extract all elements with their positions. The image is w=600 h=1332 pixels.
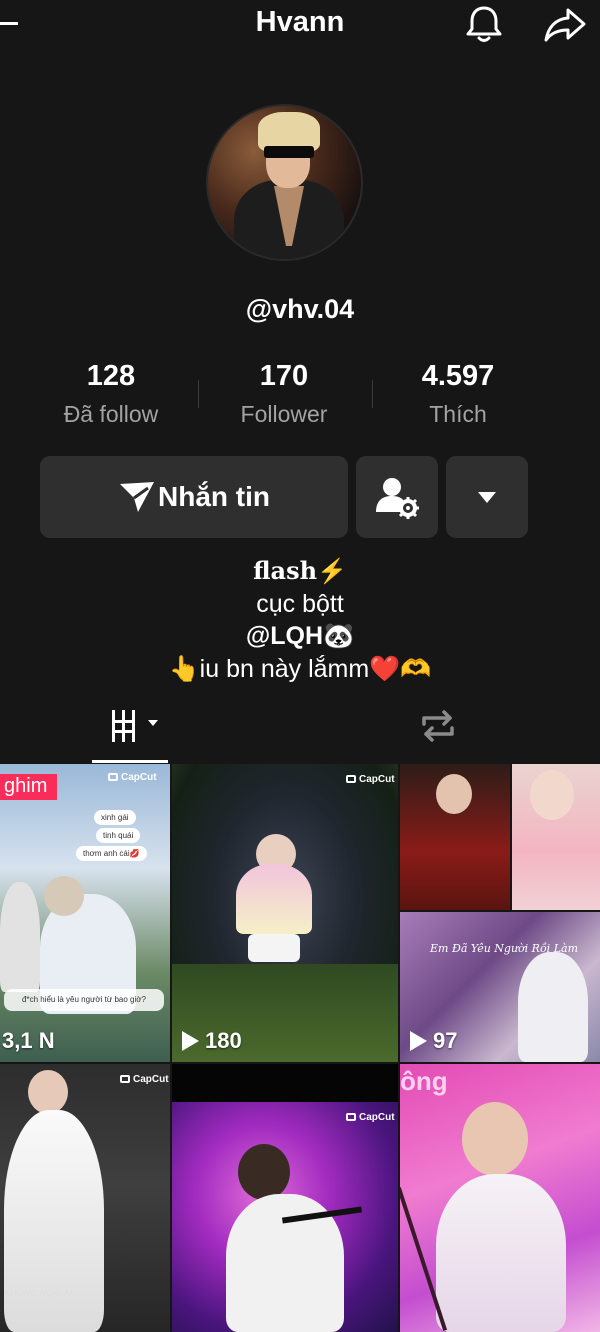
video-figure-head	[530, 770, 574, 820]
video-thumbnail[interactable]: CapCut	[172, 1064, 398, 1332]
bio-line: flash⚡	[253, 556, 347, 585]
video-figure-head	[238, 1144, 290, 1200]
bio-line: cục bộtt	[256, 590, 344, 618]
chat-bubble: xinh gái	[94, 810, 136, 825]
video-thumbnail[interactable]: CapCut KHÔNG NGẠI AI	[0, 1064, 170, 1332]
stat-likes[interactable]: 4.597 Thích	[371, 360, 545, 428]
avatar[interactable]	[206, 104, 363, 261]
video-thumbnail[interactable]: ông	[400, 1064, 600, 1332]
video-figure	[436, 1174, 566, 1332]
video-grid: ghim CapCut xinh gái tinh quái thơm anh …	[0, 764, 600, 1332]
message-button-label: Nhắn tin	[158, 481, 270, 512]
video-figure-head	[436, 774, 472, 814]
repost-icon	[422, 710, 454, 742]
view-count-value: 180	[205, 1028, 242, 1053]
video-thumbnail[interactable]: CapCut 180	[172, 764, 398, 1062]
video-figure	[4, 1110, 104, 1332]
stat-followers[interactable]: 170 Follower	[197, 360, 371, 428]
bio-mention-link[interactable]: @LQH🐼	[0, 622, 600, 651]
chat-bubble: tinh quái	[96, 828, 141, 843]
stat-following-value: 128	[86, 360, 136, 392]
capcut-watermark: CapCut	[120, 1074, 169, 1085]
active-tab-indicator	[92, 760, 168, 763]
chat-bubble: thơm anh cái💋	[76, 846, 147, 861]
bell-icon[interactable]	[462, 2, 506, 46]
play-icon	[410, 1031, 427, 1051]
stat-likes-value: 4.597	[421, 360, 495, 392]
video-collage-panel[interactable]	[400, 764, 510, 910]
chevron-down-icon	[478, 492, 496, 503]
add-friend-button[interactable]	[356, 456, 438, 538]
page-title: Hvann	[255, 6, 345, 38]
video-thumbnail[interactable]: ghim CapCut xinh gái tinh quái thơm anh …	[0, 764, 170, 1062]
share-icon[interactable]	[542, 2, 588, 46]
video-collage-panel[interactable]	[512, 764, 600, 910]
view-count: 3,1 N	[2, 1028, 55, 1054]
video-thumbnail[interactable]: Em Đã Yêu Người Rồi Làm 97	[400, 912, 600, 1062]
video-figure	[518, 952, 588, 1062]
capcut-watermark: CapCut	[108, 772, 157, 783]
view-count-value: 3,1 N	[2, 1028, 55, 1053]
stat-following[interactable]: 128 Đã follow	[24, 360, 198, 428]
stat-following-label: Đã follow	[63, 401, 159, 427]
avatar-sunglasses	[264, 146, 314, 158]
video-figure-shorts	[248, 934, 300, 962]
person-settings-icon	[376, 478, 419, 519]
profile-page: Hvann @vhv.04 128 Đã follow 170 Follower…	[0, 0, 600, 1332]
video-caption: đ*ch hiểu là yêu người từ bao giờ?	[4, 989, 164, 1011]
play-icon	[182, 1031, 199, 1051]
capcut-watermark: CapCut	[346, 774, 395, 785]
video-figure-head	[462, 1102, 528, 1176]
capcut-watermark: CapCut	[346, 1112, 395, 1123]
view-count: 180	[182, 1028, 242, 1054]
tab-reposts[interactable]	[418, 706, 458, 746]
stat-followers-label: Follower	[240, 401, 328, 427]
top-bar: Hvann	[0, 0, 600, 56]
send-icon	[120, 482, 154, 512]
video-figure	[0, 882, 40, 992]
grid-icon	[112, 710, 158, 742]
stat-followers-value: 170	[259, 360, 309, 392]
video-figure	[236, 864, 312, 934]
video-overlay-text: ông	[400, 1066, 448, 1096]
message-button[interactable]: Nhắn tin	[40, 456, 348, 538]
tab-videos-grid[interactable]	[92, 706, 168, 762]
bio-line: 👆iu bn này lắmm❤️🫶	[168, 655, 432, 683]
video-figure-head	[44, 876, 84, 916]
username-handle: @vhv.04	[245, 294, 355, 324]
stat-likes-label: Thích	[429, 401, 487, 427]
view-count-value: 97	[433, 1028, 458, 1053]
more-dropdown-button[interactable]	[446, 456, 528, 538]
pinned-badge: ghim	[0, 774, 58, 800]
video-figure-head	[28, 1070, 68, 1114]
video-overlay-text: KHÔNG NGẠI AI	[4, 1288, 73, 1298]
view-count: 97	[410, 1028, 457, 1054]
